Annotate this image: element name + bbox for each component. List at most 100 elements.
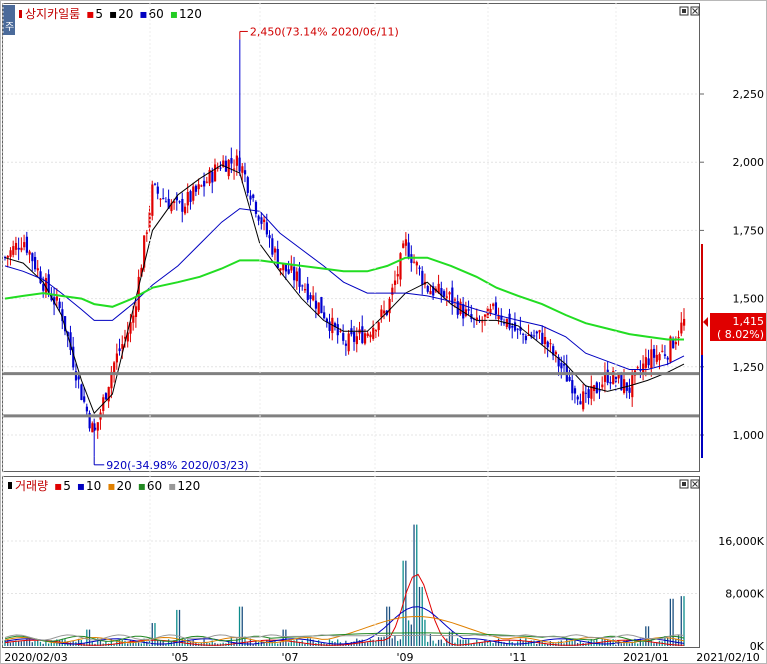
candle-body [443,291,446,297]
volume-tick-label: 16,000K [718,535,764,548]
candle-body [483,314,487,317]
candle-body [347,333,350,352]
candle-body [535,331,538,334]
candle-body [282,264,285,271]
candle-body [233,168,236,170]
legend-item-label: 120 [179,7,202,21]
candle-body [666,357,669,360]
candle-body [104,393,108,400]
candle-body [563,364,566,366]
candle-body [663,354,667,356]
candle-body [235,155,238,166]
candle-body [279,268,282,271]
legend-item-label: 120 [177,479,200,493]
candle-body [298,268,301,287]
candle-body [58,301,61,309]
candle-body [241,166,244,173]
candle-body [290,265,293,271]
date-tick-label: '05 [171,651,188,664]
candle-body [609,381,612,384]
minimize-icon-inner [682,482,686,486]
candle-body [14,242,18,250]
candle-body [407,242,410,258]
candle-body [314,300,318,309]
candle-body [249,195,252,200]
candle-body [55,296,59,301]
current-change: ( 8.02%) [717,328,764,341]
candle-body [113,362,116,373]
candle-body [511,325,514,328]
candle-body [396,274,399,277]
candle-body [393,280,397,285]
candle-body [418,267,421,269]
legend-item-label: 5 [63,479,71,493]
candle-body [162,198,165,200]
legend-marker: ▪ [139,7,147,21]
candle-body [481,321,484,323]
candle-body [513,322,517,331]
legend-marker: ▪ [138,479,146,493]
svg-text:거래량▪5▪10▪20▪60▪120: 거래량 ▪5 ▪10 ▪20 ▪60 ▪120 [15,479,200,493]
candle-body [252,194,255,198]
candle-body [303,288,307,291]
candle-body [243,170,247,175]
candle-body [587,389,590,398]
candle-body [295,271,298,282]
candle-body [628,387,631,393]
candle-body [317,302,320,315]
candle-body [344,343,348,346]
candle-body [77,376,80,380]
candle-body [560,362,563,369]
candle-body [366,333,369,336]
candle-body [39,271,42,284]
candle-body [541,332,544,345]
candle-body [25,236,29,253]
candle-body [164,201,168,203]
candle-body [293,266,296,281]
candle-body [287,269,290,274]
candle-body [467,309,470,311]
candle-body [683,318,686,326]
candle-body [516,328,519,330]
candle-body [132,315,135,323]
low-annotation-text: 920(-34.98% 2020/03/23) [106,459,248,472]
candle-body [623,379,626,393]
candle-body [257,215,260,221]
candle-body [497,316,500,320]
candle-body [189,191,192,202]
candle-body [598,390,601,392]
candle-body [576,396,579,400]
legend-marker: ▪ [86,7,94,21]
candle-body [647,358,650,366]
candle-body [579,401,582,405]
candle-body [83,396,86,402]
candle-body [271,238,274,255]
candle-body [17,247,20,250]
candle-body [377,322,380,331]
volume-tick-label: 8,000K [725,588,764,601]
candle-body [538,330,541,333]
legend-marker: ▪ [170,7,178,21]
candle-body [268,235,271,239]
price-panel [2,3,700,472]
candle-body [42,284,45,291]
candle-body [323,312,326,319]
legend-item-label: 60 [149,7,164,21]
candle-body [543,336,547,345]
candle-body [186,192,189,206]
candle-body [134,306,138,317]
candle-body [680,322,683,334]
date-tick-label: '09 [396,651,413,664]
candle-body [36,268,39,271]
legend-item-label: 5 [95,7,103,21]
candle-body [369,334,372,338]
candle-body [677,337,680,339]
candle-body [391,287,394,295]
candle-body [200,185,203,187]
candle-body [194,185,198,192]
candle-body [153,183,157,185]
candle-body [571,380,574,394]
price-tick-label: 1,500 [733,293,765,306]
candle-body [426,285,429,292]
candle-body [361,326,364,343]
